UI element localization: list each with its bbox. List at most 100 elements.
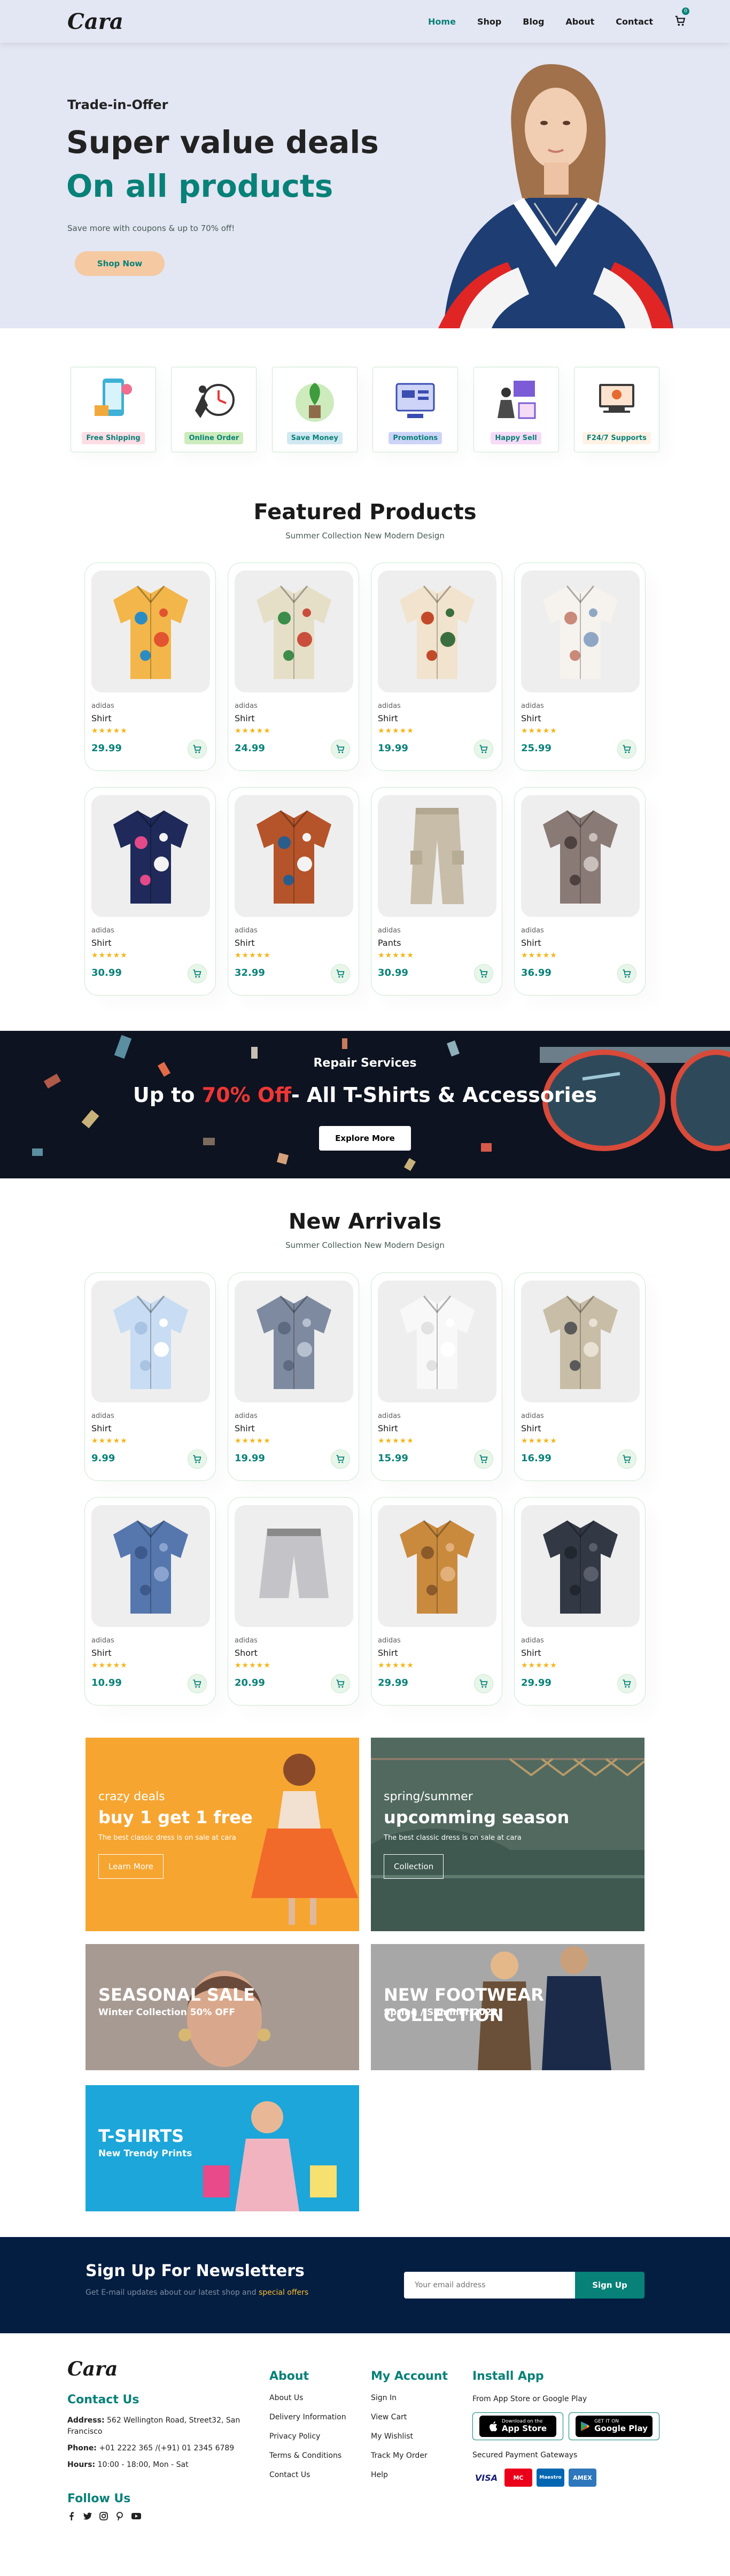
product-card[interactable]: adidas Shirt ★★★★★ 29.99 [84, 562, 216, 771]
hero-section: Trade-in-Offer Super value deals On all … [0, 43, 730, 328]
product-image[interactable] [235, 570, 353, 692]
footer-link-contact[interactable]: Contact Us [269, 2471, 366, 2479]
mastercard-icon: MC [504, 2469, 532, 2487]
online-order-illustration-icon [195, 384, 235, 418]
footer-link-wishlist[interactable]: My Wishlist [371, 2432, 467, 2441]
featured-product-grid: adidas Shirt ★★★★★ 29.99 adidas Shirt ★★★★★ 24.… [84, 562, 646, 996]
add-to-cart-button[interactable] [188, 1674, 207, 1693]
cart-button[interactable]: 0 [674, 7, 689, 28]
product-card[interactable]: adidas Shirt ★★★★★ 19.99 [228, 1272, 359, 1481]
facebook-icon[interactable] [67, 2512, 76, 2520]
newsletter-email-input[interactable] [404, 2272, 575, 2299]
star-rating: ★★★★★ [378, 1437, 414, 1445]
product-image[interactable] [235, 1281, 353, 1402]
featured-subtitle: Summer Collection New Modern Design [285, 531, 445, 541]
footer-link-terms[interactable]: Terms & Conditions [269, 2451, 366, 2460]
nav-home[interactable]: Home [428, 17, 456, 27]
star-rating: ★★★★★ [235, 1661, 271, 1670]
product-card[interactable]: adidas Shirt ★★★★★ 29.99 [514, 1497, 646, 1706]
add-to-cart-button[interactable] [331, 1674, 350, 1693]
collection-button[interactable]: Collection [384, 1854, 444, 1879]
product-image[interactable] [235, 795, 353, 917]
footer-contact-column: Cara Contact Us Address: 562 Wellington … [67, 2358, 249, 2520]
cart-icon [193, 1679, 201, 1688]
crazy-deals-banner: crazy deals buy 1 get 1 free The best cl… [86, 1738, 359, 1931]
product-image-shirt [257, 585, 331, 679]
product-card[interactable]: adidas Shirt ★★★★★ 15.99 [371, 1272, 502, 1481]
product-card[interactable]: adidas Short ★★★★★ 20.99 [228, 1497, 359, 1706]
product-image[interactable] [235, 1505, 353, 1627]
add-to-cart-button[interactable] [331, 1449, 350, 1469]
product-card[interactable]: adidas Shirt ★★★★★ 25.99 [514, 562, 646, 771]
product-card[interactable]: adidas Shirt ★★★★★ 24.99 [228, 562, 359, 771]
explore-more-button[interactable]: Explore More [319, 1126, 411, 1151]
learn-more-button[interactable]: Learn More [98, 1854, 164, 1879]
product-image[interactable] [378, 1505, 496, 1627]
product-card[interactable]: adidas Shirt ★★★★★ 16.99 [514, 1272, 646, 1481]
footer-link-delivery[interactable]: Delivery Information [269, 2413, 366, 2421]
sign-up-button[interactable]: Sign Up [575, 2272, 644, 2299]
product-image[interactable] [521, 1505, 640, 1627]
twitter-icon[interactable] [83, 2512, 92, 2520]
product-image[interactable] [91, 570, 210, 692]
nav-contact[interactable]: Contact [616, 17, 653, 27]
phone-line: Phone: +01 2222 365 /(+91) 01 2345 6789 [67, 2443, 249, 2454]
product-image[interactable] [521, 795, 640, 917]
product-image[interactable] [91, 1281, 210, 1402]
product-image[interactable] [378, 570, 496, 692]
follow-title: Follow Us [67, 2492, 131, 2505]
youtube-icon[interactable] [131, 2512, 141, 2520]
product-card[interactable]: adidas Shirt ★★★★★ 9.99 [84, 1272, 216, 1481]
product-card[interactable]: adidas Shirt ★★★★★ 19.99 [371, 562, 502, 771]
product-image-shirt [400, 1295, 475, 1389]
add-to-cart-button[interactable] [188, 1449, 207, 1469]
footer-link-sign-in[interactable]: Sign In [371, 2394, 467, 2402]
add-to-cart-button[interactable] [331, 739, 350, 759]
footer-link-about-us[interactable]: About Us [269, 2394, 366, 2402]
app-store-button[interactable]: Download on the App Store [472, 2412, 563, 2440]
add-to-cart-button[interactable] [474, 964, 493, 983]
product-card[interactable]: adidas Shirt ★★★★★ 10.99 [84, 1497, 216, 1706]
add-to-cart-button[interactable] [617, 1674, 636, 1693]
instagram-icon[interactable] [99, 2512, 108, 2520]
product-image[interactable] [521, 570, 640, 692]
product-card[interactable]: adidas Pants ★★★★★ 30.99 [371, 787, 502, 996]
product-name: Pants [378, 938, 401, 948]
footer-link-help[interactable]: Help [371, 2471, 467, 2479]
shop-now-button[interactable]: Shop Now [75, 251, 165, 276]
add-to-cart-button[interactable] [331, 964, 350, 983]
add-to-cart-button[interactable] [188, 964, 207, 983]
product-card[interactable]: adidas Shirt ★★★★★ 29.99 [371, 1497, 502, 1706]
add-to-cart-button[interactable] [474, 1449, 493, 1469]
product-image[interactable] [91, 1505, 210, 1627]
site-footer: Cara Contact Us Address: 562 Wellington … [0, 2333, 730, 2576]
app-store-badge: Download on the App Store [479, 2416, 556, 2437]
product-image[interactable] [378, 1281, 496, 1402]
product-image[interactable] [378, 795, 496, 917]
footer-logo[interactable]: Cara [67, 2358, 249, 2380]
star-rating: ★★★★★ [521, 1661, 557, 1670]
add-to-cart-button[interactable] [617, 964, 636, 983]
product-card[interactable]: adidas Shirt ★★★★★ 32.99 [228, 787, 359, 996]
add-to-cart-button[interactable] [617, 1449, 636, 1469]
product-image[interactable] [521, 1281, 640, 1402]
google-play-button[interactable]: GET IT ON Google Play [569, 2412, 659, 2440]
star-rating: ★★★★★ [235, 951, 271, 960]
add-to-cart-button[interactable] [188, 739, 207, 759]
logo[interactable]: Cara [67, 9, 123, 34]
footer-link-track-order[interactable]: Track My Order [371, 2451, 467, 2460]
product-card[interactable]: adidas Shirt ★★★★★ 30.99 [84, 787, 216, 996]
nav-shop[interactable]: Shop [477, 17, 501, 27]
cart-icon [623, 1455, 631, 1463]
newsletter-subtitle-text: Get E-mail updates about our latest shop… [86, 2288, 257, 2297]
product-card[interactable]: adidas Shirt ★★★★★ 36.99 [514, 787, 646, 996]
footer-link-privacy[interactable]: Privacy Policy [269, 2432, 366, 2441]
add-to-cart-button[interactable] [474, 739, 493, 759]
pinterest-icon[interactable] [115, 2512, 124, 2520]
add-to-cart-button[interactable] [474, 1674, 493, 1693]
add-to-cart-button[interactable] [617, 739, 636, 759]
nav-about[interactable]: About [565, 17, 594, 27]
footer-link-view-cart[interactable]: View Cart [371, 2413, 467, 2421]
product-image[interactable] [91, 795, 210, 917]
nav-blog[interactable]: Blog [523, 17, 544, 27]
